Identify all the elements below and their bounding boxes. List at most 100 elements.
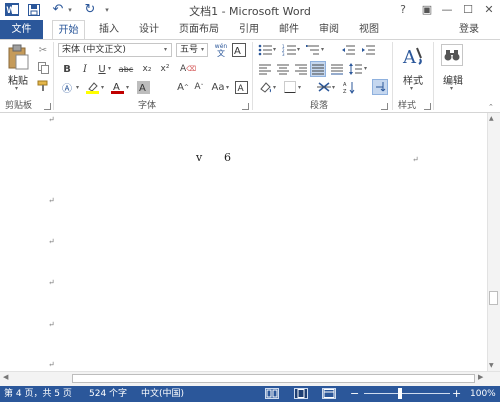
enclose-characters-icon[interactable]: A: [231, 42, 247, 58]
chinese-layout-dropdown-icon[interactable]: ▾: [332, 84, 335, 91]
italic-button[interactable]: I: [78, 62, 92, 76]
vertical-scroll-thumb[interactable]: [489, 291, 498, 305]
superscript-button[interactable]: x²: [157, 62, 173, 76]
zoom-slider[interactable]: [364, 393, 450, 394]
align-right-icon[interactable]: [294, 62, 308, 76]
underline-dropdown-icon[interactable]: ▾: [108, 65, 111, 72]
character-shading-icon[interactable]: A: [136, 80, 150, 94]
sign-in-link[interactable]: 登录: [459, 20, 479, 39]
redo-icon[interactable]: ↻: [82, 2, 98, 17]
font-color-dropdown-icon[interactable]: ▾: [126, 84, 129, 91]
paragraph-launcher-icon[interactable]: [381, 103, 388, 110]
shading-dropdown-icon[interactable]: ▾: [273, 84, 276, 91]
bullets-dropdown-icon[interactable]: ▾: [273, 46, 276, 53]
ribbon-display-options-icon[interactable]: ▣: [418, 1, 436, 18]
tab-home[interactable]: 开始: [52, 20, 85, 39]
clear-formatting-icon[interactable]: A ⌫: [180, 62, 196, 76]
web-layout-icon[interactable]: [322, 388, 336, 399]
sort-icon[interactable]: AZ: [342, 80, 356, 94]
horizontal-scroll-thumb[interactable]: [72, 374, 475, 383]
minimize-button[interactable]: —: [438, 1, 456, 18]
format-painter-icon[interactable]: [36, 79, 50, 93]
borders-icon[interactable]: [283, 80, 297, 94]
text-effects-dropdown-icon[interactable]: ▾: [76, 84, 79, 91]
scroll-up-icon[interactable]: ▲: [489, 115, 494, 122]
styles-launcher-icon[interactable]: [424, 103, 431, 110]
font-color-icon[interactable]: A: [110, 80, 124, 94]
zoom-level[interactable]: 100%: [470, 387, 496, 401]
clipboard-launcher-icon[interactable]: [44, 103, 51, 110]
highlight-icon[interactable]: [85, 80, 99, 94]
tab-insert[interactable]: 插入: [94, 20, 124, 39]
tab-review[interactable]: 审阅: [314, 20, 344, 39]
line-spacing-icon[interactable]: [348, 62, 362, 76]
phonetic-guide-icon[interactable]: wén 文: [213, 42, 229, 58]
undo-dropdown-icon[interactable]: ▾: [66, 2, 74, 17]
font-name-dropdown-icon[interactable]: ▾: [164, 46, 167, 53]
shading-icon[interactable]: [258, 80, 272, 94]
collapse-ribbon-icon[interactable]: ⌃: [488, 103, 494, 111]
vertical-scrollbar[interactable]: [487, 113, 500, 371]
styles-icon[interactable]: A: [400, 43, 426, 69]
word-logo-icon[interactable]: W: [4, 2, 20, 17]
save-icon[interactable]: [26, 2, 42, 17]
strikethrough-button[interactable]: abc: [116, 62, 136, 76]
tab-view[interactable]: 视图: [354, 20, 384, 39]
shrink-font-icon[interactable]: Aˇ: [192, 80, 206, 94]
page-count[interactable]: 第 4 页，共 5 页: [4, 387, 72, 401]
tab-design[interactable]: 设计: [134, 20, 164, 39]
numbering-icon[interactable]: 123: [281, 43, 297, 57]
scroll-down-icon[interactable]: ▼: [489, 362, 494, 369]
scroll-right-icon[interactable]: ▶: [478, 373, 483, 381]
bullets-icon[interactable]: [257, 43, 273, 57]
subscript-button[interactable]: x₂: [139, 62, 155, 76]
font-launcher-icon[interactable]: [242, 103, 249, 110]
highlight-dropdown-icon[interactable]: ▾: [101, 84, 104, 91]
copy-icon[interactable]: [36, 61, 50, 75]
justify-icon[interactable]: [310, 61, 326, 77]
scroll-left-icon[interactable]: ◀: [3, 373, 8, 381]
binoculars-icon[interactable]: [441, 44, 463, 66]
cut-icon[interactable]: ✂: [36, 43, 50, 57]
show-hide-marks-icon[interactable]: [372, 79, 388, 95]
change-case-icon[interactable]: Aa: [210, 80, 226, 94]
tab-page-layout[interactable]: 页面布局: [174, 20, 224, 39]
align-left-icon[interactable]: [258, 62, 272, 76]
zoom-in-button[interactable]: +: [452, 387, 461, 401]
maximize-button[interactable]: ☐: [459, 1, 477, 18]
multilevel-list-icon[interactable]: [305, 43, 321, 57]
grow-font-icon[interactable]: A ^: [176, 80, 190, 94]
line-spacing-dropdown-icon[interactable]: ▾: [364, 65, 367, 72]
formula-variable[interactable]: v: [196, 151, 202, 164]
undo-icon[interactable]: ↶: [50, 2, 66, 17]
font-size-dropdown-icon[interactable]: ▾: [201, 46, 204, 53]
tab-file[interactable]: 文件: [0, 20, 43, 39]
document-page[interactable]: [0, 113, 487, 371]
editing-dropdown-icon[interactable]: ▾: [450, 85, 453, 92]
styles-dropdown-icon[interactable]: ▾: [410, 85, 413, 92]
change-case-dropdown-icon[interactable]: ▾: [226, 84, 229, 91]
customize-toolbar-icon[interactable]: ▾: [102, 2, 112, 17]
multilevel-list-dropdown-icon[interactable]: ▾: [321, 46, 324, 53]
tab-references[interactable]: 引用: [234, 20, 264, 39]
align-center-icon[interactable]: [276, 62, 290, 76]
help-button[interactable]: ?: [394, 1, 412, 18]
underline-button[interactable]: U: [96, 62, 108, 76]
zoom-slider-thumb[interactable]: [398, 388, 402, 399]
close-button[interactable]: ✕: [480, 1, 498, 18]
font-name-field[interactable]: 宋体 (中文正文): [58, 43, 172, 57]
chinese-layout-icon[interactable]: [316, 80, 332, 94]
formula-value[interactable]: 6: [224, 151, 231, 164]
borders-dropdown-icon[interactable]: ▾: [298, 84, 301, 91]
increase-indent-icon[interactable]: [360, 43, 376, 57]
distributed-icon[interactable]: [330, 62, 344, 76]
read-mode-icon[interactable]: [265, 388, 279, 399]
character-border-icon[interactable]: A: [234, 80, 248, 94]
print-layout-icon[interactable]: [294, 388, 308, 399]
paste-dropdown-icon[interactable]: ▾: [15, 85, 18, 92]
decrease-indent-icon[interactable]: [340, 43, 356, 57]
zoom-out-button[interactable]: −: [350, 387, 359, 401]
language-indicator[interactable]: 中文(中国): [141, 387, 184, 401]
text-effects-icon[interactable]: Ⓐ: [59, 80, 75, 95]
bold-button[interactable]: B: [60, 62, 74, 76]
